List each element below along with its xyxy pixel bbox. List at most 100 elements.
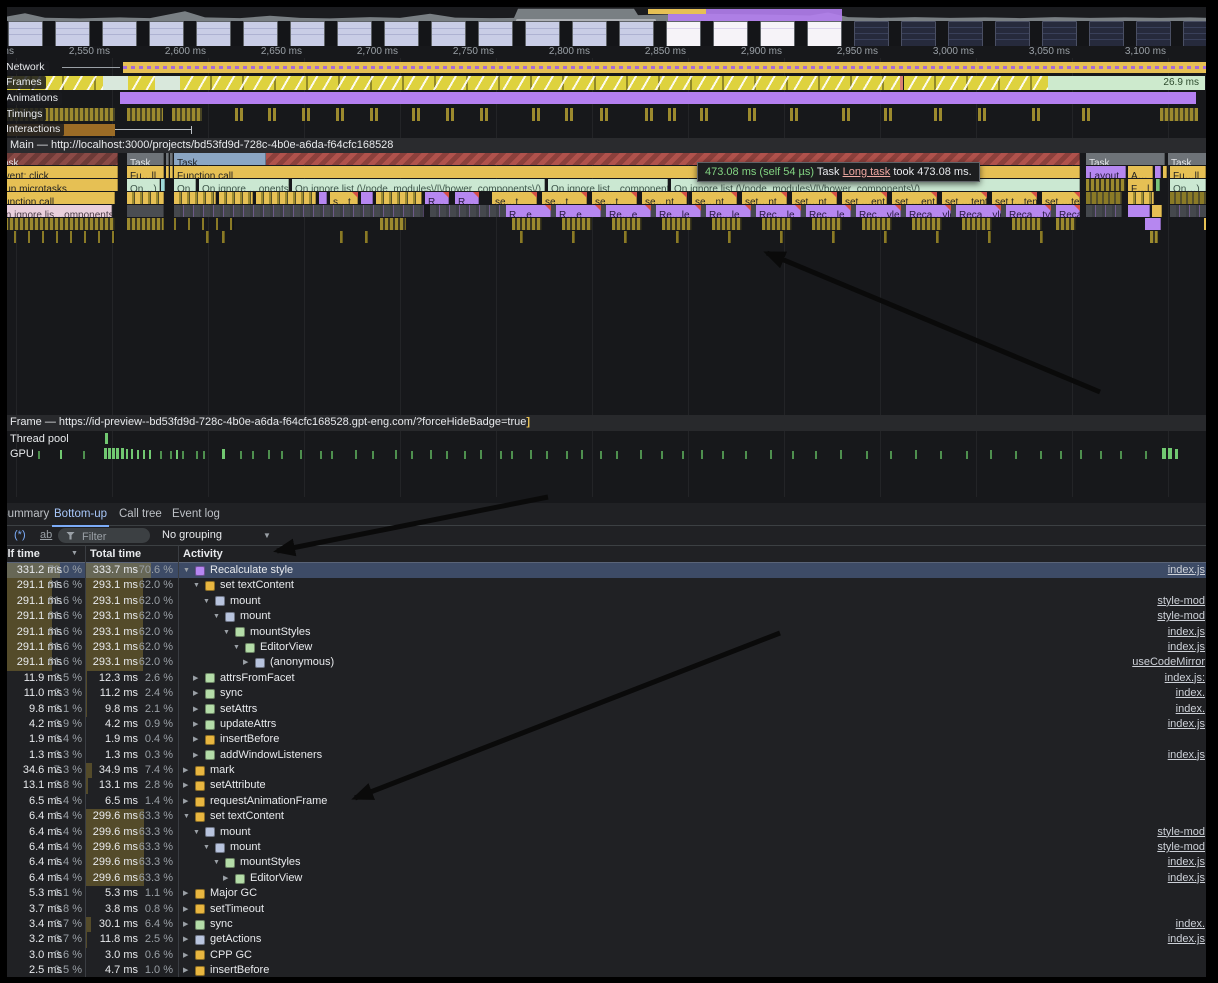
source-link[interactable]: useCodeMirror [1132,655,1205,670]
flame-block[interactable]: Rec…le [806,205,851,217]
flame-block[interactable] [380,218,406,230]
flame-block[interactable] [161,179,165,191]
expand-arrow-icon[interactable]: ▼ [213,855,220,870]
flame-block[interactable]: Re…le [706,205,751,217]
flame-block[interactable] [562,218,592,230]
source-link[interactable]: index.js [1168,932,1205,947]
flame-block[interactable]: R… [455,192,479,204]
user-timing-mark[interactable] [700,108,703,121]
flame-block[interactable]: Re…e [606,205,651,217]
table-row[interactable]: 6.5 ms1.4 %6.5 ms1.4 %▶requestAnimationF… [0,794,1218,809]
flame-block[interactable] [962,218,992,230]
flame-block[interactable]: Run microtasks [0,179,118,191]
user-timing-mark[interactable] [795,108,798,121]
user-timing-mark[interactable] [978,108,981,121]
user-timing-mark[interactable] [983,108,986,121]
source-link[interactable]: index.js [1168,748,1205,763]
collapse-arrow-icon[interactable]: ▶ [193,748,198,763]
collapse-arrow-icon[interactable]: ▶ [223,871,228,886]
flame-block[interactable] [624,231,627,243]
flame-block[interactable]: se…t [492,192,537,204]
collapse-arrow-icon[interactable]: ▶ [193,732,198,747]
flame-block[interactable]: Task [0,153,118,165]
user-timing-mark[interactable] [673,108,676,121]
flame-block[interactable]: Fu…ll [127,166,164,178]
flame-block[interactable]: Rec…le [756,205,801,217]
user-timing-mark[interactable] [1037,108,1040,121]
good-frame-block[interactable]: 26.9 ms [1048,76,1205,90]
collapse-arrow-icon[interactable]: ▶ [183,794,188,809]
flame-block[interactable] [0,231,115,243]
flame-block[interactable] [170,153,173,165]
user-timing-mark[interactable] [939,108,942,121]
flame-block[interactable] [572,231,575,243]
tooltip-longtask-link[interactable]: Long task [843,166,891,178]
flame-block[interactable] [520,231,523,243]
threadpool-track-header[interactable]: Thread pool [0,432,1218,446]
flame-block[interactable]: F…l [1128,179,1153,191]
collapse-arrow-icon[interactable]: ▶ [183,902,188,917]
flame-block[interactable]: set …ent [842,192,887,204]
table-row[interactable]: 291.1 ms61.6 %293.1 ms62.0 %▶(anonymous)… [0,655,1218,670]
flame-block[interactable]: Reca…tyle [1056,205,1080,217]
user-timing-cluster[interactable] [172,108,202,121]
user-timing-mark[interactable] [600,108,603,121]
user-timing-mark[interactable] [565,108,568,121]
flame-block[interactable] [728,231,731,243]
flame-block[interactable] [127,205,164,217]
flame-block[interactable] [1056,218,1076,230]
table-row[interactable]: 11.9 ms2.5 %12.3 ms2.6 %▶attrsFromFaceti… [0,671,1218,686]
flame-block[interactable]: Fu…ll [1170,166,1206,178]
source-link[interactable]: index.js [1168,717,1205,732]
table-row[interactable]: 6.4 ms1.4 %299.6 ms63.3 %▼mountstyle-mod [0,825,1218,840]
flame-block[interactable]: set…nt [792,192,837,204]
collapse-arrow-icon[interactable]: ▶ [193,717,198,732]
table-row[interactable]: 291.1 ms61.6 %293.1 ms62.0 %▼mountstyle-… [0,609,1218,624]
table-row[interactable]: 3.0 ms0.6 %3.0 ms0.6 %▶CPP GC [0,948,1218,963]
frame-track-header[interactable]: Frame — https://id-preview--bd53fd9d-728… [0,415,1218,431]
main-thread-header[interactable]: Main — http://localhost:3000/projects/bd… [0,138,1218,153]
flame-block[interactable]: set t…tent [992,192,1037,204]
source-link[interactable]: index.js: [1165,671,1205,686]
user-timing-mark[interactable] [336,108,339,121]
flame-block[interactable] [1012,218,1042,230]
table-row[interactable]: 291.1 ms61.6 %293.1 ms62.0 %▼EditorViewi… [0,640,1218,655]
flame-block[interactable] [1150,231,1158,243]
flame-block[interactable] [256,192,316,204]
flame-block[interactable] [1128,192,1154,204]
collapse-arrow-icon[interactable]: ▶ [193,671,198,686]
flame-block[interactable] [988,231,991,243]
table-row[interactable]: 6.4 ms1.4 %299.6 ms63.3 %▶EditorViewinde… [0,871,1218,886]
expand-arrow-icon[interactable]: ▼ [203,840,210,855]
user-timing-mark[interactable] [1087,108,1090,121]
user-timing-mark[interactable] [847,108,850,121]
tab-summary[interactable]: Summary [0,503,51,525]
user-timing-mark[interactable] [417,108,420,121]
flame-block[interactable] [1086,192,1122,204]
user-timing-mark[interactable] [480,108,483,121]
expand-arrow-icon[interactable]: ▼ [203,594,210,609]
match-word-button[interactable]: ab [40,526,52,545]
filter-input[interactable] [80,528,148,545]
table-row[interactable]: 34.6 ms7.3 %34.9 ms7.4 %▶mark [0,763,1218,778]
source-link[interactable]: index. [1176,702,1205,717]
flame-block[interactable] [174,205,424,217]
activity-header[interactable]: Activity [183,546,223,562]
flame-block[interactable]: se…t [592,192,637,204]
user-timing-mark[interactable] [705,108,708,121]
collapse-arrow-icon[interactable]: ▶ [193,702,198,717]
flame-block[interactable]: Reca…yle [906,205,951,217]
flame-block[interactable] [1163,166,1167,178]
flame-block[interactable] [166,153,169,165]
flame-block[interactable] [365,231,368,243]
flame-block[interactable]: Layout [1086,166,1126,178]
flame-block[interactable] [1155,166,1161,178]
column-divider[interactable] [178,546,179,983]
flame-block[interactable]: se…nt [692,192,737,204]
flame-block[interactable] [676,231,679,243]
flame-block[interactable]: s…t [330,192,358,204]
table-row[interactable]: 6.4 ms1.4 %299.6 ms63.3 %▼mountstyle-mod [0,840,1218,855]
flame-block[interactable] [127,192,164,204]
regex-button[interactable]: (*) [14,526,26,545]
flame-block[interactable]: set …tent [1042,192,1080,204]
